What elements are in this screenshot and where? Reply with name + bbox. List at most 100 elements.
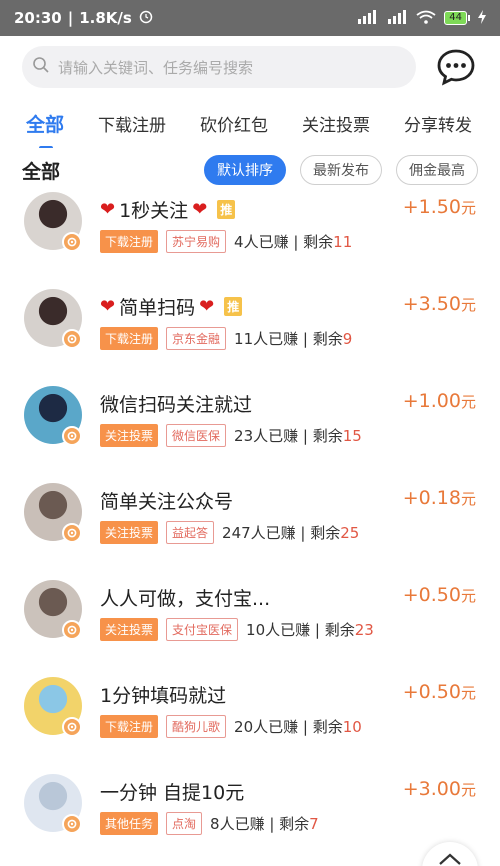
earned-count: 247人已赚 | 剩余 — [222, 524, 341, 542]
gear-badge-icon — [62, 717, 82, 737]
charging-icon — [478, 9, 486, 27]
category-tag: 关注投票 — [100, 618, 159, 641]
reward-amount: +0.50 — [402, 584, 461, 606]
remaining-count: 7 — [309, 815, 319, 833]
task-list-item[interactable]: 一分钟 自提10元 +3.00元其他任务 点淘 8人已赚 | 剩余7 — [0, 774, 500, 866]
recommend-badge: 推 — [217, 200, 236, 219]
tab-all[interactable]: 全部 — [26, 110, 64, 148]
gear-badge-icon — [62, 426, 82, 446]
earned-count: 20人已赚 | 剩余 — [234, 718, 343, 736]
task-title: 1分钟填码就过 — [100, 681, 226, 708]
earned-count: 11人已赚 | 剩余 — [234, 330, 343, 348]
reward-unit: 元 — [460, 684, 476, 702]
status-bar: 20:30 | 1.8K/s 44 — [0, 0, 500, 36]
search-icon — [32, 56, 50, 78]
signal-icon — [356, 9, 378, 27]
task-title: ❤ 1秒关注 ❤ 推 — [100, 196, 236, 223]
task-list-item[interactable]: 人人可做，支付宝... +0.50元 关注投票 支付宝医保 10人已赚 | 剩余23 — [0, 580, 500, 677]
category-tag: 下载注册 — [100, 715, 159, 738]
sort-default-button[interactable]: 默认排序 — [204, 155, 286, 185]
message-button[interactable] — [434, 45, 478, 89]
task-list-item[interactable]: ❤ 1秒关注 ❤ 推 +1.50元 下载注册 苏宁易购 4人已赚 | 剩余11 — [0, 192, 500, 289]
remaining-count: 11 — [333, 233, 353, 251]
task-stats: 11人已赚 | 剩余9 — [234, 328, 352, 349]
task-list-item[interactable]: 简单关注公众号 +0.18元 关注投票 益起答 247人已赚 | 剩余25 — [0, 483, 500, 580]
task-meta: 关注投票 益起答 247人已赚 | 剩余25 — [100, 521, 359, 544]
signal-icon-2 — [386, 9, 408, 27]
task-reward: +1.50元 — [403, 196, 476, 218]
search-input[interactable]: 请输入关键词、任务编号搜索 — [22, 46, 416, 88]
chevron-up-icon — [439, 853, 461, 865]
task-list-item[interactable]: 微信扫码关注就过 +1.00元 关注投票 微信医保 23人已赚 | 剩余15 — [0, 386, 500, 483]
reward-unit: 元 — [460, 296, 476, 314]
alarm-icon — [138, 8, 154, 28]
section-title: 全部 — [22, 160, 61, 183]
task-reward: +3.00元 — [403, 778, 476, 800]
task-reward: +1.00元 — [403, 390, 476, 412]
task-stats: 20人已赚 | 剩余10 — [234, 716, 362, 737]
gear-badge-icon — [62, 620, 82, 640]
task-list-item[interactable]: 1分钟填码就过 +0.50元下载注册 酷狗儿歌 20人已赚 | 剩余10 — [0, 677, 500, 774]
category-tabs: 全部 下载注册 砍价红包 关注投票 分享转发 申 — [0, 98, 500, 148]
task-meta: 下载注册 京东金融 11人已赚 | 剩余9 — [100, 327, 352, 350]
sort-newest-button[interactable]: 最新发布 — [300, 155, 382, 185]
task-meta: 下载注册 酷狗儿歌 20人已赚 | 剩余10 — [100, 715, 362, 738]
task-title-text: 1秒关注 — [119, 200, 189, 222]
merchant-tag: 苏宁易购 — [166, 230, 227, 253]
tab-bargain-redpacket[interactable]: 砍价红包 — [200, 111, 268, 136]
filter-row: 全部 默认排序 最新发布 佣金最高 — [0, 148, 500, 192]
merchant-tag: 益起答 — [166, 521, 215, 544]
gear-badge-icon — [62, 814, 82, 834]
reward-amount: +0.50 — [402, 681, 461, 703]
task-list-item[interactable]: ❤ 简单扫码 ❤ 推 +3.50元 下载注册 京东金融 11人已赚 | 剩余9 — [0, 289, 500, 386]
heart-icon: ❤ — [100, 296, 116, 317]
reward-unit: 元 — [460, 199, 476, 217]
merchant-tag: 支付宝医保 — [166, 618, 239, 641]
reward-unit: 元 — [460, 587, 476, 605]
task-reward: +0.18元 — [403, 487, 476, 509]
heart-icon: ❤ — [199, 296, 215, 317]
reward-amount: +1.50 — [402, 196, 461, 218]
wifi-icon — [416, 10, 436, 27]
heart-icon: ❤ — [100, 199, 116, 220]
tab-share-forward[interactable]: 分享转发 — [404, 111, 472, 136]
reward-amount: +0.18 — [402, 487, 461, 509]
task-title: 一分钟 自提10元 — [100, 778, 244, 805]
earned-count: 8人已赚 | 剩余 — [210, 815, 310, 833]
status-time: 20:30 — [14, 9, 62, 27]
battery-level: 44 — [444, 11, 467, 25]
gear-badge-icon — [62, 523, 82, 543]
tab-download-register[interactable]: 下载注册 — [98, 111, 166, 136]
earned-count: 23人已赚 | 剩余 — [234, 427, 343, 445]
remaining-count: 25 — [340, 524, 360, 542]
reward-amount: +1.00 — [402, 390, 461, 412]
task-title: 简单关注公众号 — [100, 487, 233, 514]
reward-unit: 元 — [460, 781, 476, 799]
reward-amount: +3.50 — [402, 293, 461, 315]
merchant-tag: 微信医保 — [166, 424, 227, 447]
task-meta: 其他任务 点淘 8人已赚 | 剩余7 — [100, 812, 319, 835]
task-title-text: 人人可做，支付宝... — [100, 588, 271, 610]
merchant-tag: 京东金融 — [166, 327, 227, 350]
tab-follow-vote[interactable]: 关注投票 — [302, 111, 370, 136]
status-speed: 1.8K/s — [79, 9, 132, 27]
search-placeholder: 请输入关键词、任务编号搜索 — [58, 58, 254, 77]
task-stats: 23人已赚 | 剩余15 — [234, 425, 362, 446]
remaining-count: 15 — [342, 427, 362, 445]
category-tag: 其他任务 — [100, 812, 159, 835]
task-meta: 关注投票 微信医保 23人已赚 | 剩余15 — [100, 424, 362, 447]
task-title: ❤ 简单扫码 ❤ 推 — [100, 293, 243, 320]
sort-highest-commission-button[interactable]: 佣金最高 — [396, 155, 478, 185]
task-title-text: 1分钟填码就过 — [100, 685, 227, 707]
status-right: 44 — [356, 9, 486, 27]
task-meta: 关注投票 支付宝医保 10人已赚 | 剩余23 — [100, 618, 374, 641]
chat-bubble-icon — [437, 49, 475, 86]
task-stats: 4人已赚 | 剩余11 — [234, 231, 352, 252]
status-separator: | — [67, 9, 74, 27]
task-reward: +0.50元 — [403, 584, 476, 606]
heart-icon: ❤ — [192, 199, 208, 220]
gear-badge-icon — [62, 232, 82, 252]
merchant-tag: 酷狗儿歌 — [166, 715, 227, 738]
earned-count: 10人已赚 | 剩余 — [246, 621, 355, 639]
task-title: 人人可做，支付宝... — [100, 584, 270, 611]
